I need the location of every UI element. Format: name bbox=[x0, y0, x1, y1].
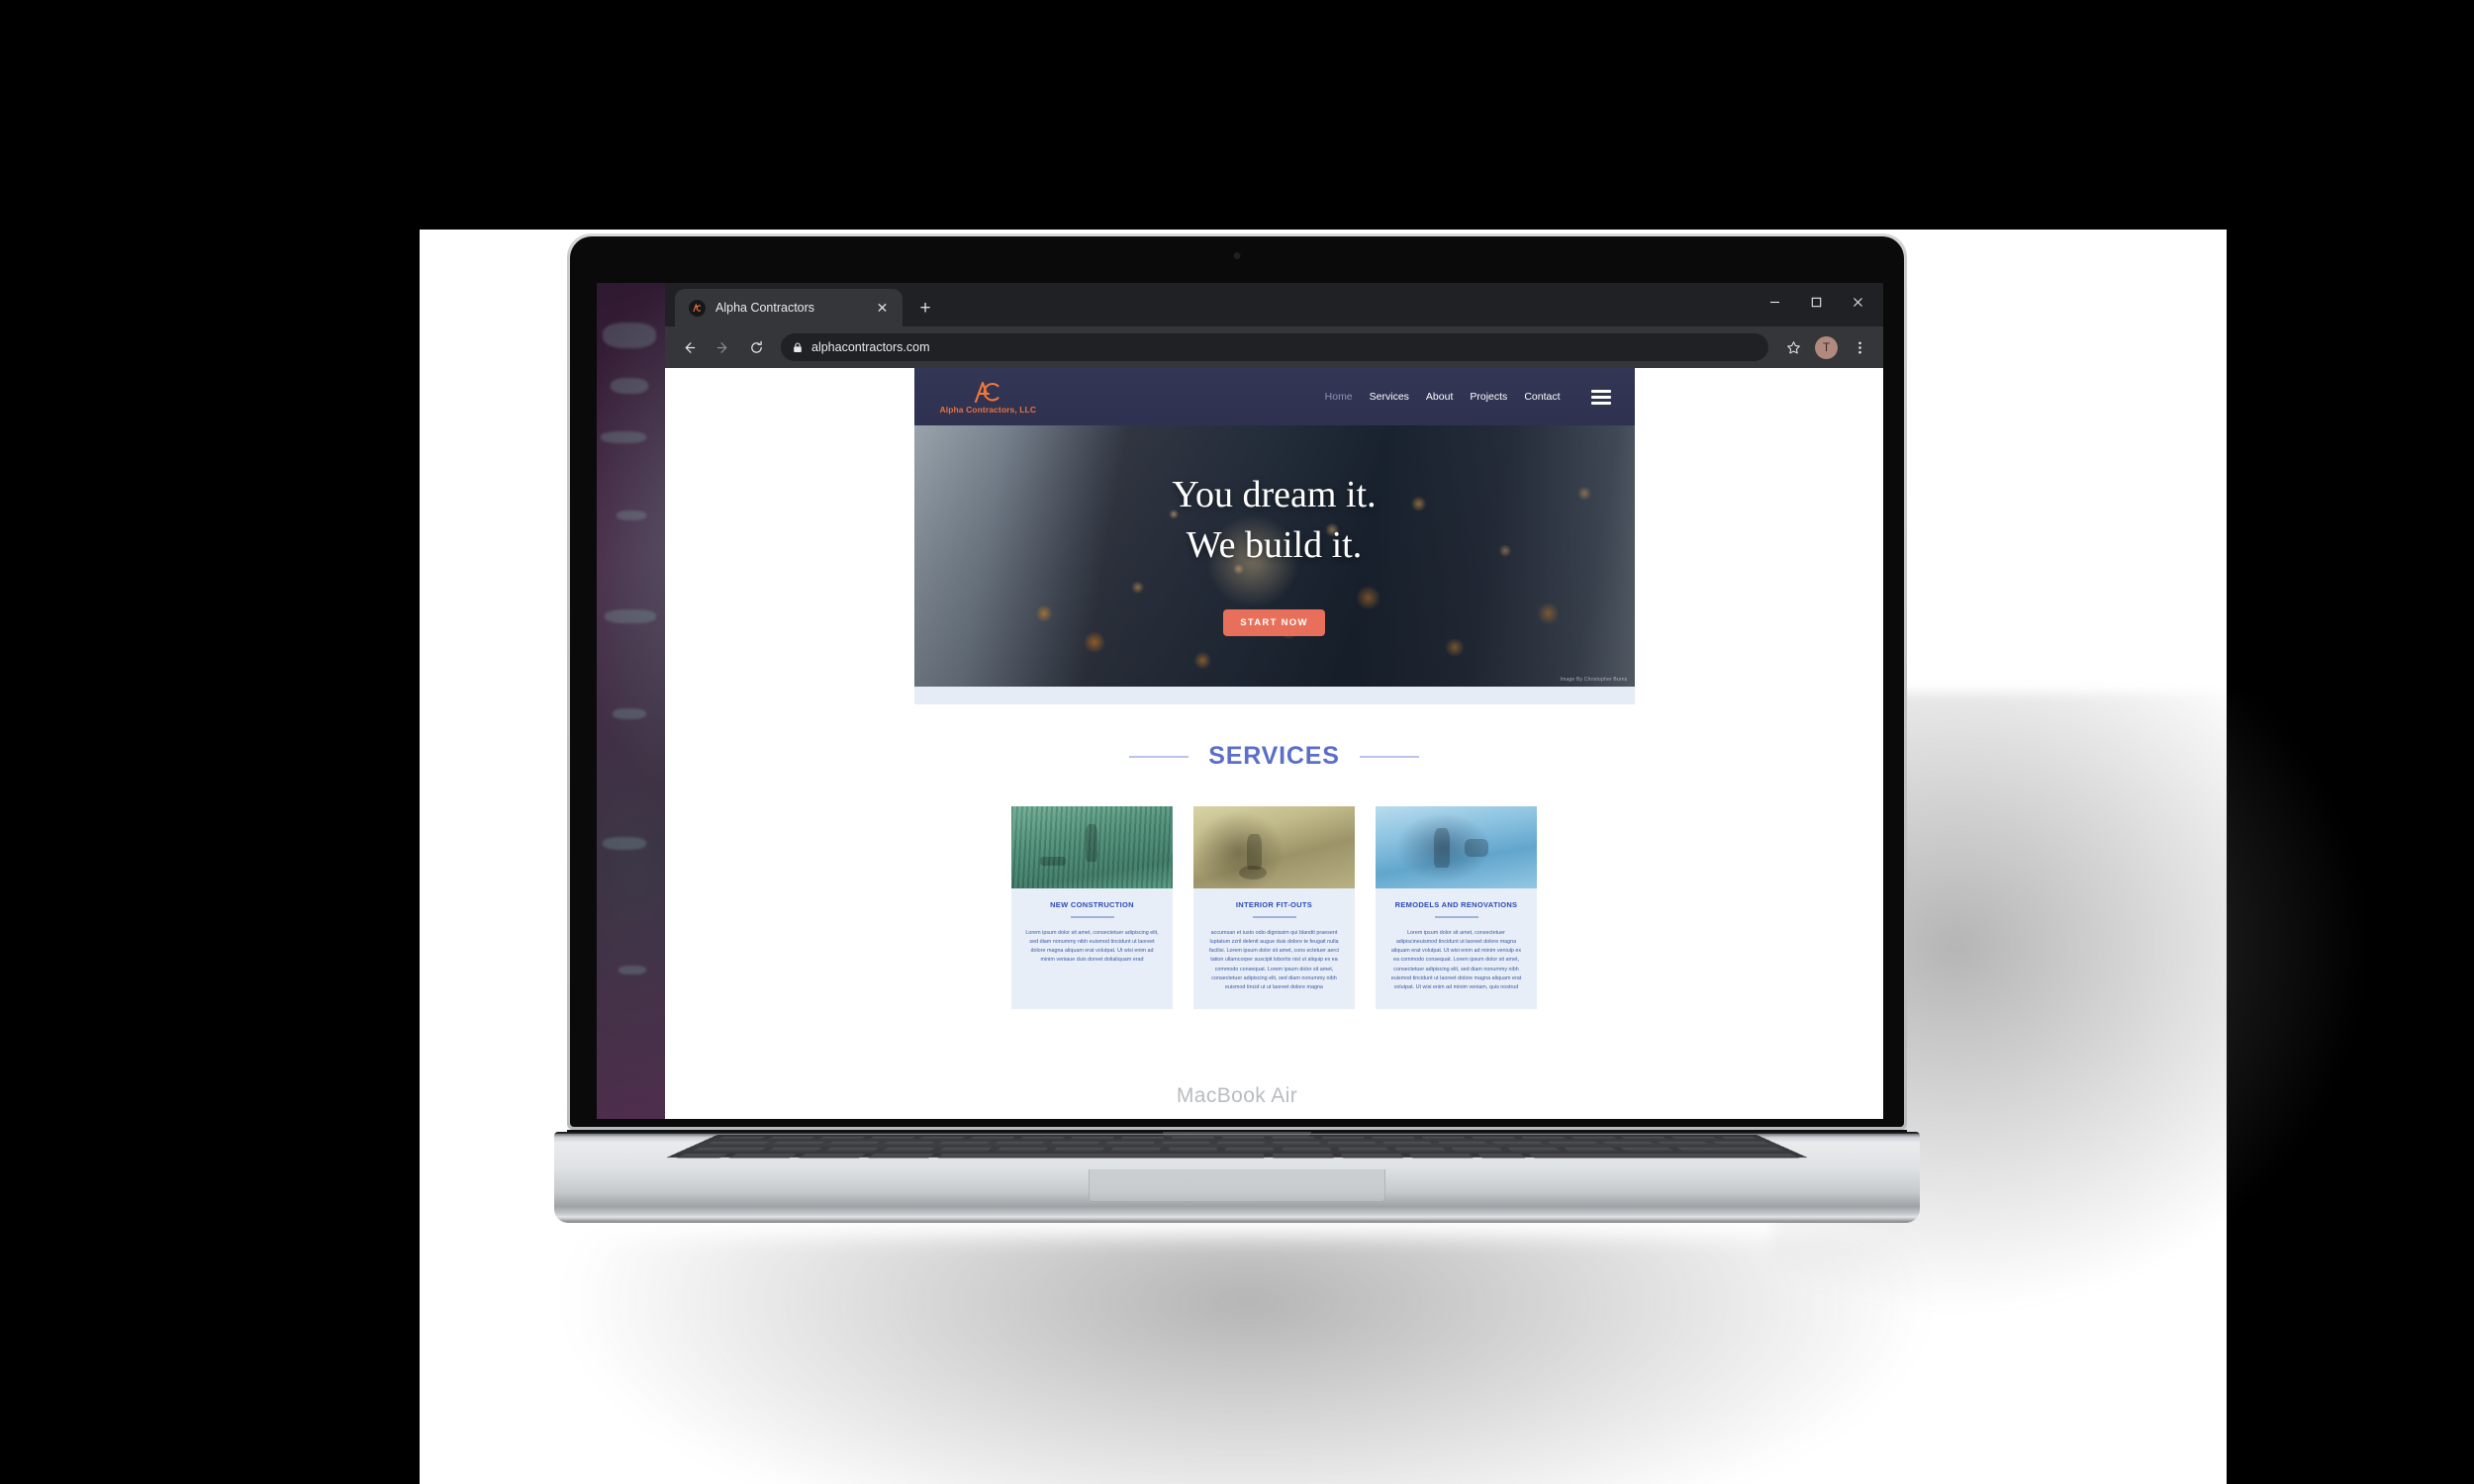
screenshot-stage: Alpha Contractors ✕ + alphacontractors.c… bbox=[0, 0, 2474, 1484]
hero-headline-line2: We build it. bbox=[1186, 523, 1363, 566]
service-card-image bbox=[1011, 806, 1173, 888]
page-viewport: Alpha Contractors, LLC Home Services Abo… bbox=[665, 368, 1883, 1119]
screen-bezel: Alpha Contractors ✕ + alphacontractors.c… bbox=[570, 236, 1904, 1127]
hero-bottom-strip bbox=[913, 687, 1635, 704]
maximize-icon[interactable] bbox=[1796, 287, 1836, 317]
service-card-body: Lorem ipsum dolor sit amet, consectetuer… bbox=[1025, 929, 1159, 964]
brand-name: Alpha Contractors, LLC bbox=[939, 404, 1037, 415]
service-card-title: REMODELS AND RENOVATIONS bbox=[1394, 900, 1518, 909]
nav-item-projects[interactable]: Projects bbox=[1470, 391, 1507, 403]
site-logo[interactable]: Alpha Contractors, LLC bbox=[940, 380, 1037, 415]
browser-tab[interactable]: Alpha Contractors ✕ bbox=[675, 289, 903, 326]
lock-icon bbox=[793, 341, 803, 353]
trackpad[interactable] bbox=[1089, 1169, 1385, 1202]
nav-item-services[interactable]: Services bbox=[1370, 391, 1409, 403]
base-foot bbox=[554, 1216, 1920, 1223]
new-tab-button[interactable]: + bbox=[910, 293, 940, 323]
alpha-contractors-favicon bbox=[689, 299, 706, 317]
webcam-icon bbox=[1233, 252, 1241, 259]
service-card-image bbox=[1376, 806, 1537, 888]
drop-shadow-bottom bbox=[554, 1237, 1940, 1484]
url-text: alphacontractors.com bbox=[811, 340, 930, 354]
keyboard bbox=[666, 1135, 1808, 1159]
service-card[interactable]: REMODELS AND RENOVATIONS Lorem ipsum dol… bbox=[1376, 806, 1537, 1009]
star-icon[interactable] bbox=[1778, 332, 1808, 362]
nav-item-about[interactable]: About bbox=[1426, 391, 1453, 403]
macbook-air-label: MacBook Air bbox=[1176, 1084, 1298, 1107]
hero-headline: You dream it. We build it. bbox=[1172, 470, 1376, 569]
site-nav: Home Services About Projects Contact bbox=[1325, 389, 1611, 405]
nav-item-contact[interactable]: Contact bbox=[1524, 391, 1560, 403]
service-card-body: Lorem ipsum dolor sit amet, consectetuer… bbox=[1390, 929, 1522, 991]
three-dot-menu-icon[interactable] bbox=[1845, 332, 1874, 362]
browser-tab-strip: Alpha Contractors ✕ + bbox=[665, 283, 1883, 326]
close-icon[interactable] bbox=[1838, 287, 1877, 317]
laptop-lid: Alpha Contractors ✕ + alphacontractors.c… bbox=[567, 233, 1907, 1130]
nav-item-home[interactable]: Home bbox=[1325, 391, 1353, 403]
minimize-icon[interactable] bbox=[1755, 287, 1794, 317]
address-bar[interactable]: alphacontractors.com bbox=[781, 333, 1768, 361]
laptop-base bbox=[554, 1132, 1920, 1223]
services-title: SERVICES bbox=[1208, 742, 1340, 770]
rule-left bbox=[1129, 755, 1189, 758]
start-now-button[interactable]: START NOW bbox=[1223, 608, 1325, 636]
service-card-title: INTERIOR FIT-OUTS bbox=[1235, 900, 1313, 909]
browser-toolbar: alphacontractors.com T bbox=[665, 326, 1883, 368]
close-icon[interactable]: ✕ bbox=[874, 300, 891, 317]
service-card-image bbox=[1193, 806, 1355, 888]
tab-title: Alpha Contractors bbox=[715, 301, 815, 315]
service-card-title: NEW CONSTRUCTION bbox=[1050, 900, 1134, 909]
rule-right bbox=[1359, 755, 1419, 758]
services-heading: SERVICES bbox=[1129, 742, 1419, 771]
browser-window: Alpha Contractors ✕ + alphacontractors.c… bbox=[665, 283, 1883, 1119]
back-arrow-icon[interactable] bbox=[674, 332, 704, 362]
macbook-air-mockup: Alpha Contractors ✕ + alphacontractors.c… bbox=[554, 233, 1920, 1233]
window-controls bbox=[1755, 287, 1877, 317]
service-card[interactable]: NEW CONSTRUCTION Lorem ipsum dolor sit a… bbox=[1011, 806, 1173, 1009]
reload-icon[interactable] bbox=[741, 332, 771, 362]
hero-image-credit: Image By Christopher Burns bbox=[1560, 677, 1628, 683]
hamburger-menu-icon[interactable] bbox=[1590, 389, 1611, 405]
services-card-list: NEW CONSTRUCTION Lorem ipsum dolor sit a… bbox=[1011, 806, 1537, 1009]
base-notch bbox=[1163, 1132, 1311, 1138]
alpha-contractors-website: Alpha Contractors, LLC Home Services Abo… bbox=[665, 368, 1883, 1119]
hero-section: You dream it. We build it. START NOW Ima… bbox=[913, 425, 1635, 687]
site-header: Alpha Contractors, LLC Home Services Abo… bbox=[913, 368, 1635, 425]
forward-arrow-icon[interactable] bbox=[708, 332, 737, 362]
profile-avatar[interactable]: T bbox=[1815, 335, 1838, 359]
hero-headline-line1: You dream it. bbox=[1172, 474, 1377, 516]
service-card-body: accumsan et iusto odio dignissim qui bla… bbox=[1208, 929, 1340, 991]
ac-monogram-icon bbox=[973, 380, 1002, 404]
service-card[interactable]: INTERIOR FIT-OUTS accumsan et iusto odio… bbox=[1193, 806, 1355, 1009]
